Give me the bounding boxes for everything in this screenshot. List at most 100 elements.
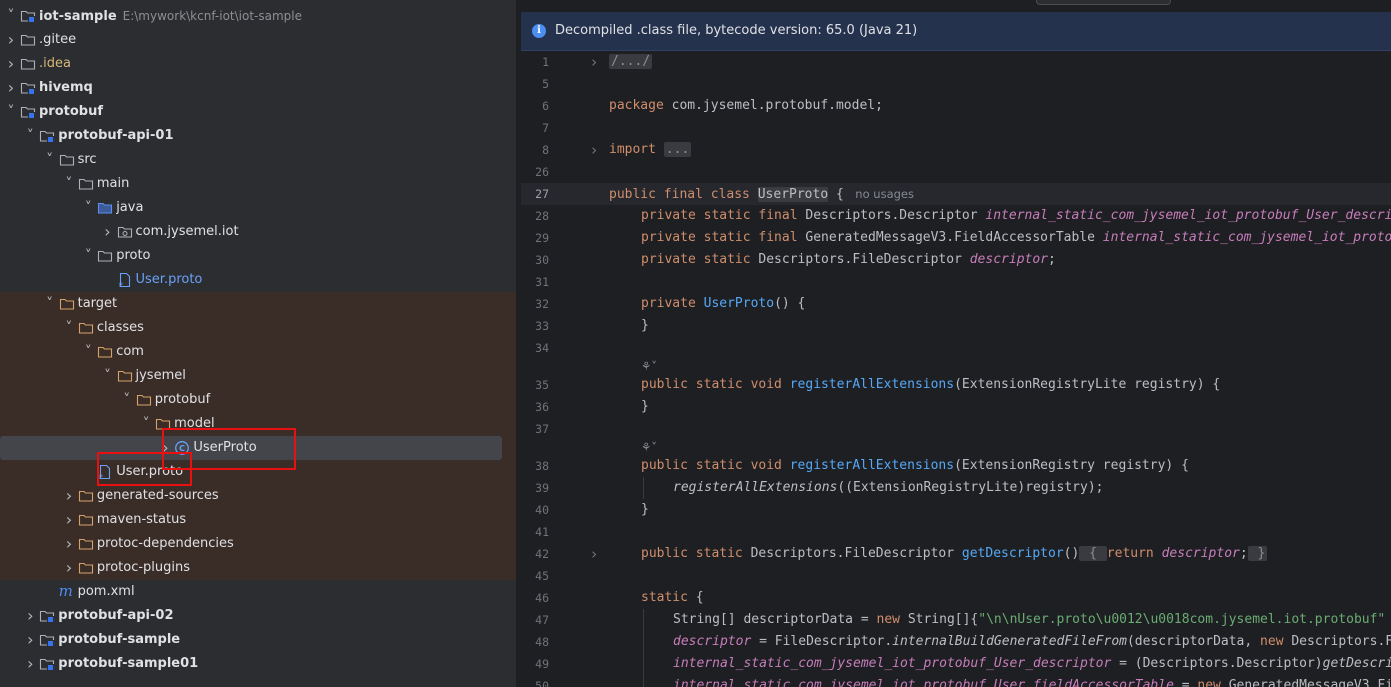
line-number: 30 [535, 253, 549, 267]
code-inlay-hint[interactable]: ⚘˅ [521, 359, 1391, 374]
chevron-down-icon[interactable]: ˅ [82, 196, 94, 220]
tree-item[interactable]: ˅ main [0, 172, 516, 196]
code-line[interactable]: 41 [521, 521, 1391, 543]
tree-item[interactable]: ˅ java [0, 196, 516, 220]
tree-item[interactable]: ˅ target [0, 292, 516, 316]
chevron-down-icon[interactable]: ˅ [5, 100, 17, 124]
code-token: UserProto [703, 296, 775, 311]
code-line[interactable]: 50 internal_static_com_jysemel_iot_protob… [521, 675, 1391, 687]
code-line[interactable]: 38 public static void registerAllExtensio… [521, 455, 1391, 477]
chevron-right-icon[interactable]: › [5, 76, 17, 100]
code-line[interactable]: 31 [521, 271, 1391, 293]
tree-item[interactable]: P User.proto [0, 268, 516, 292]
fold-expand-icon[interactable]: › [588, 139, 600, 161]
tree-item[interactable]: ˅ protobuf [0, 388, 516, 412]
chevron-right-icon[interactable]: › [24, 628, 36, 652]
code-line[interactable]: 29 private static final GeneratedMessageV… [521, 227, 1391, 249]
tree-item[interactable]: › protoc-dependencies [0, 532, 516, 556]
code-line[interactable]: 34 [521, 337, 1391, 359]
code-token[interactable]: /.../ [609, 54, 653, 69]
code-line[interactable]: 6 package com.jysemel.protobuf.model; [521, 95, 1391, 117]
code-line[interactable]: 48 descriptor = FileDescriptor.internalBu… [521, 631, 1391, 653]
tree-item[interactable]: › .idea [0, 52, 516, 76]
chevron-right-icon[interactable]: › [63, 484, 75, 508]
chevron-down-icon[interactable]: ˅ [63, 172, 75, 196]
tree-item[interactable]: › protobuf-sample [0, 628, 516, 652]
excluded-folder-icon [117, 368, 133, 384]
code-line[interactable]: 28 private static final Descriptors.Descr… [521, 205, 1391, 227]
usage-hint: ⚘˅ [641, 440, 658, 454]
code-token: = [1173, 678, 1198, 687]
tree-item[interactable]: › protobuf-api-02 [0, 604, 516, 628]
chevron-right-icon[interactable]: › [5, 52, 17, 76]
code-text: package com.jysemel.protobuf.model; [609, 95, 883, 117]
tree-item[interactable]: ˅ jysemel [0, 364, 516, 388]
tree-item[interactable]: › protobuf-sample01 [0, 652, 516, 676]
chevron-down-icon[interactable]: ˅ [82, 244, 94, 268]
tree-item[interactable]: m pom.xml [0, 580, 516, 604]
code-token[interactable]: ... [663, 142, 692, 157]
editor-tab-stub[interactable] [1036, 0, 1171, 5]
code-line[interactable]: 46 static { [521, 587, 1391, 609]
code-line[interactable]: 1 › /.../ [521, 51, 1391, 73]
code-token: Descriptors.FileDescriptor [758, 252, 970, 267]
fold-expand-icon[interactable]: › [588, 51, 600, 73]
code-editor[interactable]: i Decompiled .class file, bytecode versi… [521, 0, 1391, 687]
chevron-down-icon[interactable]: ˅ [44, 148, 56, 172]
chevron-right-icon[interactable]: › [24, 652, 36, 676]
indent-guide [643, 653, 644, 675]
chevron-down-icon[interactable]: ˅ [44, 292, 56, 316]
tree-item[interactable]: ˅ com [0, 340, 516, 364]
chevron-right-icon[interactable]: › [24, 604, 36, 628]
tree-item[interactable]: ˅ proto [0, 244, 516, 268]
code-line[interactable]: 7 [521, 117, 1391, 139]
chevron-down-icon[interactable]: ˅ [63, 316, 75, 340]
project-tree-panel[interactable]: ˅ iot-sample E:\mywork\kcnf-iot\iot-sample… [0, 0, 516, 687]
chevron-down-icon[interactable]: ˅ [24, 124, 36, 148]
code-line[interactable]: 27 public final class UserProto { no usag… [521, 183, 1391, 205]
fold-expand-icon[interactable]: › [588, 543, 600, 565]
code-line[interactable]: 47 String[] descriptorData = new String[]… [521, 609, 1391, 631]
code-line[interactable]: 8 › import ... [521, 139, 1391, 161]
code-line[interactable]: 45 [521, 565, 1391, 587]
tree-item[interactable]: ˅ protobuf-api-01 [0, 124, 516, 148]
chevron-right-icon[interactable]: › [63, 532, 75, 556]
tree-item[interactable]: › .gitee [0, 28, 516, 52]
code-token[interactable]: } [1247, 546, 1268, 561]
code-line[interactable]: 33} [521, 315, 1391, 337]
code-line[interactable]: 39 registerAllExtensions((ExtensionRegist… [521, 477, 1391, 499]
code-line[interactable]: 36} [521, 396, 1391, 418]
code-line[interactable]: 42 › public static Descriptors.FileDescrip… [521, 543, 1391, 565]
code-line[interactable]: 30 private static Descriptors.FileDescrip… [521, 249, 1391, 271]
tree-item[interactable]: ˅ protobuf [0, 100, 516, 124]
chevron-down-icon[interactable]: ˅ [102, 364, 114, 388]
code-token: ; [1239, 546, 1248, 561]
chevron-right-icon[interactable]: › [102, 220, 114, 244]
code-line[interactable]: 35 public static void registerAllExtensio… [521, 374, 1391, 396]
code-token: String[] descriptorData = [673, 612, 877, 627]
tree-item[interactable]: ˅ classes [0, 316, 516, 340]
code-line[interactable]: 49 internal_static_com_jysemel_iot_protob… [521, 653, 1391, 675]
code-line[interactable]: 37 [521, 418, 1391, 440]
indent-guide [643, 609, 644, 631]
tree-item[interactable]: › com.jysemel.iot [0, 220, 516, 244]
code-line[interactable]: 40} [521, 499, 1391, 521]
tree-item[interactable]: › generated-sources [0, 484, 516, 508]
chevron-down-icon[interactable]: ˅ [121, 388, 133, 412]
chevron-down-icon[interactable]: ˅ [140, 412, 152, 436]
chevron-right-icon[interactable]: › [63, 556, 75, 580]
code-line[interactable]: 26 [521, 161, 1391, 183]
chevron-right-icon[interactable]: › [63, 508, 75, 532]
chevron-down-icon[interactable]: ˅ [82, 340, 94, 364]
chevron-down-icon[interactable]: ˅ [5, 4, 17, 28]
tree-item[interactable]: › hivemq [0, 76, 516, 100]
code-line[interactable]: 5 [521, 73, 1391, 95]
code-token[interactable]: { [1079, 546, 1107, 561]
tree-item[interactable]: ˅ src [0, 148, 516, 172]
tree-item[interactable]: ˅ iot-sample E:\mywork\kcnf-iot\iot-sample [0, 4, 516, 28]
tree-item[interactable]: › maven-status [0, 508, 516, 532]
code-line[interactable]: 32 private UserProto() { [521, 293, 1391, 315]
code-inlay-hint[interactable]: ⚘˅ [521, 440, 1391, 455]
chevron-right-icon[interactable]: › [5, 28, 17, 52]
tree-item[interactable]: › protoc-plugins [0, 556, 516, 580]
